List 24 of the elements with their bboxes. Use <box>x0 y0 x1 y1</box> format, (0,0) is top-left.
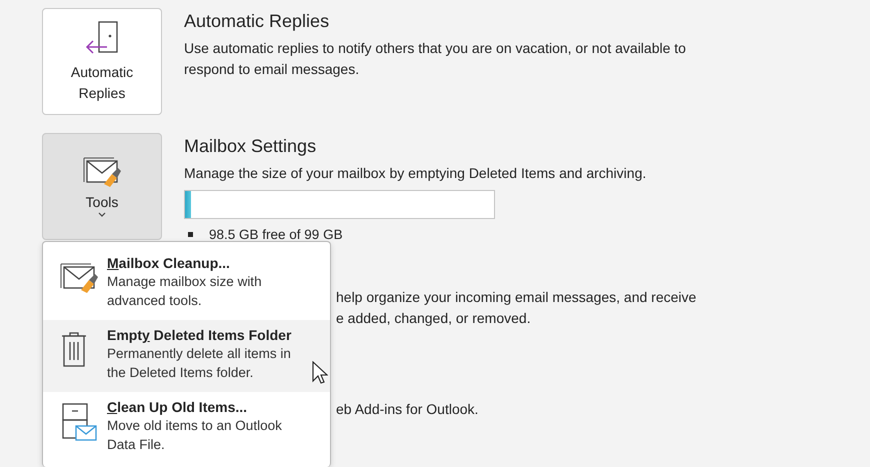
bullet-icon <box>188 232 193 238</box>
menu-item-description: Manage mailbox size with advanced tools. <box>107 272 263 310</box>
menu-item[interactable]: Mailbox Cleanup... Manage mailbox size with advanced tools. <box>43 248 330 320</box>
menu-item-title: Clean Up Old Items... <box>107 398 248 417</box>
section-title: Automatic Replies <box>184 11 330 33</box>
section-description-line: e added, changed, or removed. <box>336 308 532 328</box>
section-description-line: eb Add-ins for Outlook. <box>336 400 480 419</box>
menu-item-title: Empty Deleted Items Folder <box>107 326 292 345</box>
chevron-down-icon <box>98 212 106 218</box>
menu-item[interactable]: Clean Up Old Items... Move old items to an Outlook Data File. <box>43 392 330 464</box>
section-description-line: help organize your incoming email messages, and receive <box>336 288 698 307</box>
menu-item-description: Permanently delete all items in the Deleted Items folder. <box>107 344 292 382</box>
automatic-replies-button[interactable]: Automatic Replies <box>42 8 162 115</box>
section-title: Mailbox Settings <box>184 136 318 158</box>
menu-item[interactable]: Empty Deleted Items Folder Permanently delete all items in the Deleted Items folder. <box>43 320 330 392</box>
envelope-brush-icon <box>82 156 122 188</box>
menu-item-title: Mailbox Cleanup... <box>107 254 231 273</box>
envelope-brush-icon <box>59 262 99 294</box>
mouse-pointer-icon <box>312 361 328 385</box>
menu-item-description: Move old items to an Outlook Data File. <box>107 416 283 454</box>
storage-reading: 98.5 GB free of 99 GB <box>209 226 343 244</box>
section-description: Manage the size of your mailbox by emptying Deleted Items and archiving. <box>184 164 648 183</box>
tools-button[interactable]: Tools <box>42 133 162 240</box>
section-description: Use automatic replies to notify others that you are on vacation, or not available to respond to email messages. <box>184 38 687 79</box>
